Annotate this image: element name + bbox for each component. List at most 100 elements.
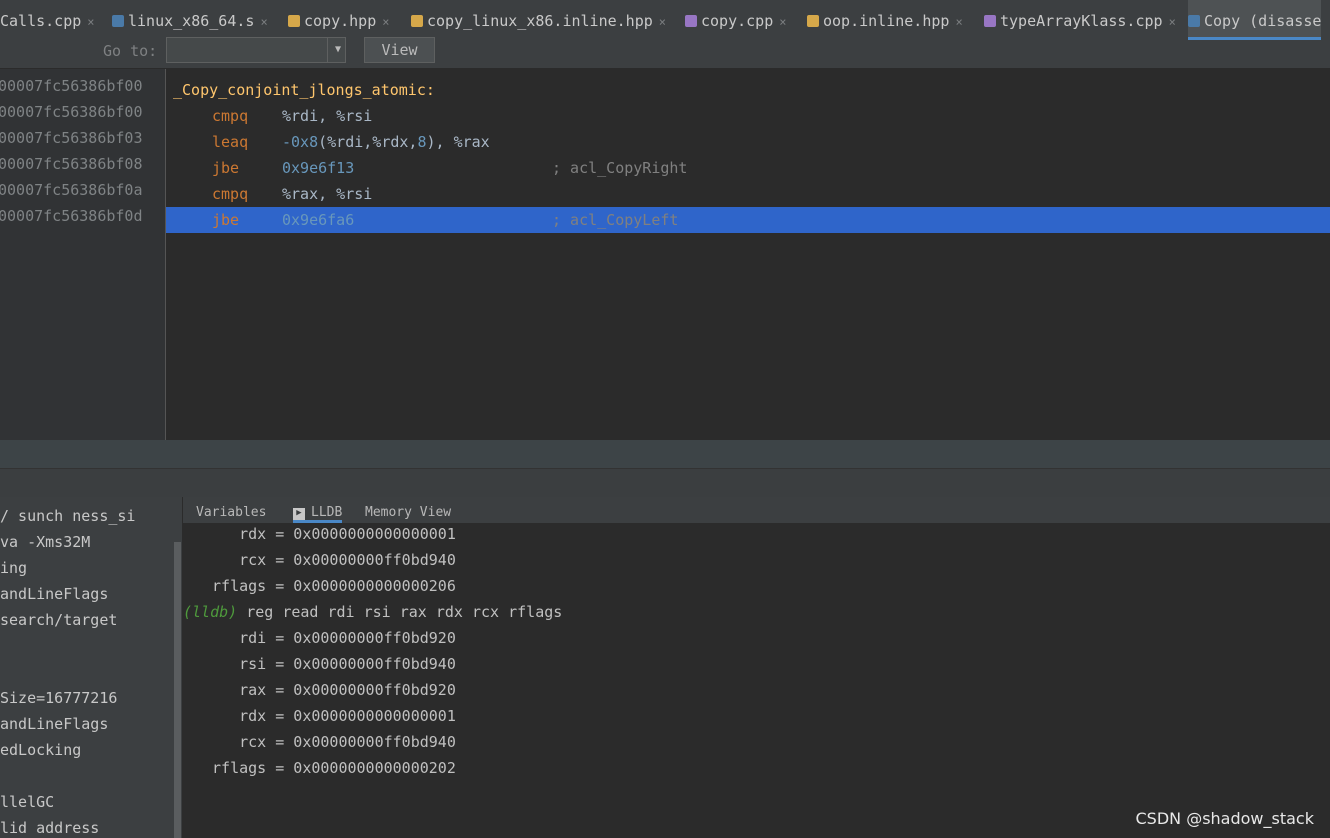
terminal-icon: ▶ (293, 508, 305, 520)
frame-text-line: search/target (0, 611, 118, 629)
editor-tab[interactable]: linux_x86_64.s × (112, 0, 268, 40)
goto-label: Go to: (103, 42, 158, 60)
editor-tab[interactable]: oop.inline.hpp × (807, 0, 963, 40)
close-icon[interactable]: × (382, 15, 389, 29)
editor-tab[interactable]: copy.cpp × (685, 0, 786, 40)
console-text: rcx = 0x00000000ff0bd940 (203, 733, 456, 751)
opcode: jbe (212, 211, 240, 229)
editor-tab[interactable]: copy_linux_x86.inline.hpp × (411, 0, 666, 40)
instruction-row[interactable]: cmpq %rax, %rsi (166, 181, 1330, 207)
tab-label: oop.inline.hpp (823, 12, 950, 30)
frame-text-line: ing (0, 559, 28, 577)
operand-part: %rax, %rsi (282, 185, 373, 203)
console-line: rdi = 0x00000000ff0bd920 (183, 629, 456, 647)
operands: 0x9e6fa6 (282, 207, 354, 233)
tab-label: copy.hpp (304, 12, 377, 30)
opcode: jbe (212, 159, 240, 177)
goto-address-input[interactable] (166, 37, 346, 63)
close-icon[interactable]: × (659, 15, 666, 29)
header-file-icon (411, 15, 423, 27)
frame-text-line: edLocking (0, 741, 82, 759)
console-line: rflags = 0x0000000000000206 (183, 577, 456, 595)
frame-text-line: llelGC (0, 793, 55, 811)
line-address: 00007fc56386bf00 (0, 103, 143, 121)
opcode: cmpq (212, 185, 249, 203)
console-text: rflags = 0x0000000000000206 (203, 577, 456, 595)
console-line: rdx = 0x0000000000000001 (183, 525, 456, 543)
cpp-file-icon (984, 15, 996, 27)
lldb-prompt: (lldb) (183, 603, 238, 621)
debug-tab-variables[interactable]: Variables (196, 497, 266, 523)
cpp-file-icon (685, 15, 697, 27)
instruction-comment: ; acl_CopyLeft (552, 211, 679, 229)
close-icon[interactable]: × (955, 15, 962, 29)
address-gutter: 00007fc56386bf00 00007fc56386bf00 00007fc5… (0, 69, 166, 440)
debug-toolbar (0, 468, 1330, 498)
instruction-row[interactable]: jbe 0x9e6f13 ; acl_CopyRight (166, 155, 1330, 181)
console-line: rflags = 0x0000000000000202 (183, 759, 456, 777)
debug-tab-lldb[interactable]: ▶ LLDB (293, 497, 343, 523)
console-text: rsi = 0x00000000ff0bd940 (203, 655, 456, 673)
editor-tab[interactable]: copy.hpp × (288, 0, 389, 40)
instruction-row[interactable]: leaq -0x8(%rdi,%rdx,8), %rax (166, 129, 1330, 155)
console-line: rcx = 0x00000000ff0bd940 (183, 551, 456, 569)
console-text: rdi = 0x00000000ff0bd920 (203, 629, 456, 647)
editor-tab[interactable]: Calls.cpp × (0, 0, 95, 40)
console-text: reg read rdi rsi rax rdx rcx rflags (237, 603, 563, 621)
console-text: rax = 0x00000000ff0bd920 (203, 681, 456, 699)
console-text: rflags = 0x0000000000000202 (203, 759, 456, 777)
opcode: leaq (212, 133, 249, 151)
operand-part: (%rdi,%rdx, (318, 133, 418, 151)
console-text: rdx = 0x0000000000000001 (203, 525, 456, 543)
view-button[interactable]: View (364, 37, 435, 63)
debug-tab-bar: Variables ▶ LLDB Memory View (183, 497, 1330, 523)
close-icon[interactable]: × (87, 15, 94, 29)
close-icon[interactable]: × (779, 15, 786, 29)
operand-part: %rdi, %rsi (282, 107, 373, 125)
close-icon[interactable]: × (1169, 15, 1176, 29)
line-address: 00007fc56386bf03 (0, 129, 143, 147)
opcode: cmpq (212, 107, 249, 125)
frame-text-line: Size=16777216 (0, 689, 118, 707)
tab-label: linux_x86_64.s (128, 12, 255, 30)
line-address: 00007fc56386bf08 (0, 155, 143, 173)
debug-tab-memory-view[interactable]: Memory View (365, 497, 451, 523)
frame-text-line: andLineFlags (0, 585, 109, 603)
function-label: _Copy_conjoint_jlongs_atomic: (173, 81, 435, 99)
close-icon[interactable]: × (260, 15, 267, 29)
instruction-comment: ; acl_CopyRight (552, 159, 688, 177)
tab-label: Copy (disasse (1204, 12, 1322, 30)
code-label-line: _Copy_conjoint_jlongs_atomic: (166, 77, 1330, 103)
instruction-row[interactable]: cmpq %rdi, %rsi (166, 103, 1330, 129)
operand-part: -0x8 (282, 133, 319, 151)
operands: %rax, %rsi (282, 181, 372, 207)
editor-tab[interactable]: Copy (disasse (1188, 0, 1322, 40)
console-text: rcx = 0x00000000ff0bd940 (203, 551, 456, 569)
chevron-down-icon[interactable]: ▼ (327, 38, 348, 62)
frames-panel: / sunch ness_siva -Xms32M ing andLineFlags… (0, 497, 183, 838)
header-file-icon (288, 15, 300, 27)
console-line: rdx = 0x0000000000000001 (183, 707, 456, 725)
operand-part: 0x9e6f13 (282, 159, 355, 177)
frame-text-line: / sunch ness_si (0, 507, 136, 525)
console-line: rcx = 0x00000000ff0bd940 (183, 733, 456, 751)
tab-label: typeArrayKlass.cpp (1000, 12, 1163, 30)
editor-status-band (0, 440, 1330, 468)
line-address: 00007fc56386bf0a (0, 181, 143, 199)
scrollbar[interactable] (174, 542, 181, 838)
editor-tab-bar: Calls.cpp × linux_x86_64.s × copy.hpp × copy_l… (0, 0, 1330, 41)
header-file-icon (807, 15, 819, 27)
operand-part: 0x9e6fa6 (282, 211, 355, 229)
lldb-console[interactable]: rdx = 0x0000000000000001 rcx = 0x0000000… (183, 523, 1330, 838)
frame-text-line: va -Xms32M (0, 533, 91, 551)
asm-file-icon (112, 15, 124, 27)
debug-tab-label: Memory View (365, 505, 452, 520)
editor-tab[interactable]: typeArrayKlass.cpp × (984, 0, 1176, 40)
instruction-row[interactable]: jbe 0x9e6fa6 ; acl_CopyLeft (166, 207, 1330, 233)
operands: -0x8(%rdi,%rdx,8), %rax (282, 129, 490, 155)
operand-part: 8 (417, 133, 427, 151)
console-line: rsi = 0x00000000ff0bd940 (183, 655, 456, 673)
disassembly-view[interactable]: _Copy_conjoint_jlongs_atomic:cmpq %rdi, %… (166, 69, 1330, 440)
debug-tab-label: Variables (196, 505, 267, 520)
debug-tab-label: LLDB (311, 505, 343, 520)
